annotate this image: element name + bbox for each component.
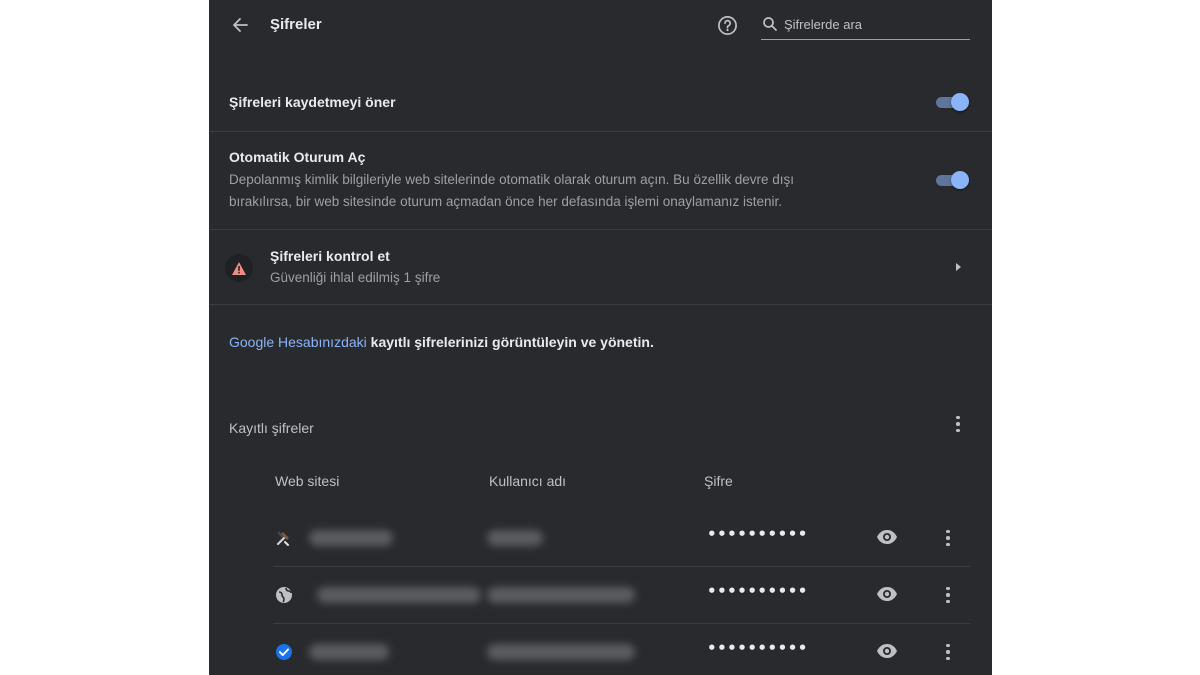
google-account-link[interactable]: Google Hesabınızdaki [229,334,367,350]
check-passwords-label: Şifreleri kontrol et [270,248,390,264]
globe-icon [276,587,292,603]
tools-icon [276,531,289,546]
offer-to-save-row: Şifreleri kaydetmeyi öner [209,72,992,132]
row-more-button[interactable] [938,642,958,662]
google-account-line: Google Hesabınızdaki kayıtlı şifrelerini… [229,334,654,350]
website-blurred [309,530,393,546]
chevron-right-icon [956,263,961,271]
username-blurred [487,644,635,660]
eye-icon[interactable] [876,642,898,660]
arrow-back-icon [233,18,248,32]
search-input[interactable] [784,15,964,33]
google-account-text: kayıtlı şifrelerinizi görüntüleyin ve yö… [366,334,654,350]
saved-passwords-more-button[interactable] [948,414,968,434]
saved-passwords-title: Kayıtlı şifreler [229,420,314,436]
auto-signin-label: Otomatik Oturum Aç [229,149,366,165]
password-row: •••••••••• [273,567,970,624]
password-row: •••••••••• [273,624,970,675]
passwords-panel: Şifreler Şifreleri kaydetmeyi öner Otoma… [209,0,992,675]
website-blurred [317,587,481,603]
search-box[interactable] [761,12,970,40]
eye-icon[interactable] [876,528,898,546]
column-header-username: Kullanıcı adı [489,473,567,489]
check-passwords-row[interactable]: Şifreleri kontrol et Güvenliği ihlal edi… [209,230,992,305]
offer-to-save-label: Şifreleri kaydetmeyi öner [229,94,396,110]
password-row: •••••••••• [273,510,970,567]
website-blurred [309,644,389,660]
page-header: Şifreler [209,0,992,50]
check-passwords-description: Güvenliği ihlal edilmiş 1 şifre [270,270,441,285]
check-circle-icon [276,644,292,660]
username-blurred [487,587,635,603]
password-mask: •••••••••• [707,525,808,543]
back-button[interactable] [227,12,253,38]
warning-badge [225,254,253,282]
column-header-website: Web sitesi [275,473,340,489]
eye-icon[interactable] [876,585,898,603]
auto-signin-row: Otomatik Oturum Aç Depolanmış kimlik bil… [209,132,992,230]
column-header-password: Şifre [704,473,733,489]
help-button[interactable] [715,13,739,37]
password-mask: •••••••••• [707,639,808,657]
row-more-button[interactable] [938,528,958,548]
username-blurred [487,530,543,546]
search-icon [763,17,777,31]
row-more-button[interactable] [938,585,958,605]
auto-signin-toggle[interactable] [934,170,970,190]
page-title: Şifreler [270,16,322,33]
warning-icon [232,261,246,275]
auto-signin-description: Depolanmış kimlik bilgileriyle web sitel… [229,172,794,209]
password-mask: •••••••••• [707,582,808,600]
help-icon [717,15,737,35]
offer-to-save-toggle[interactable] [934,92,970,112]
